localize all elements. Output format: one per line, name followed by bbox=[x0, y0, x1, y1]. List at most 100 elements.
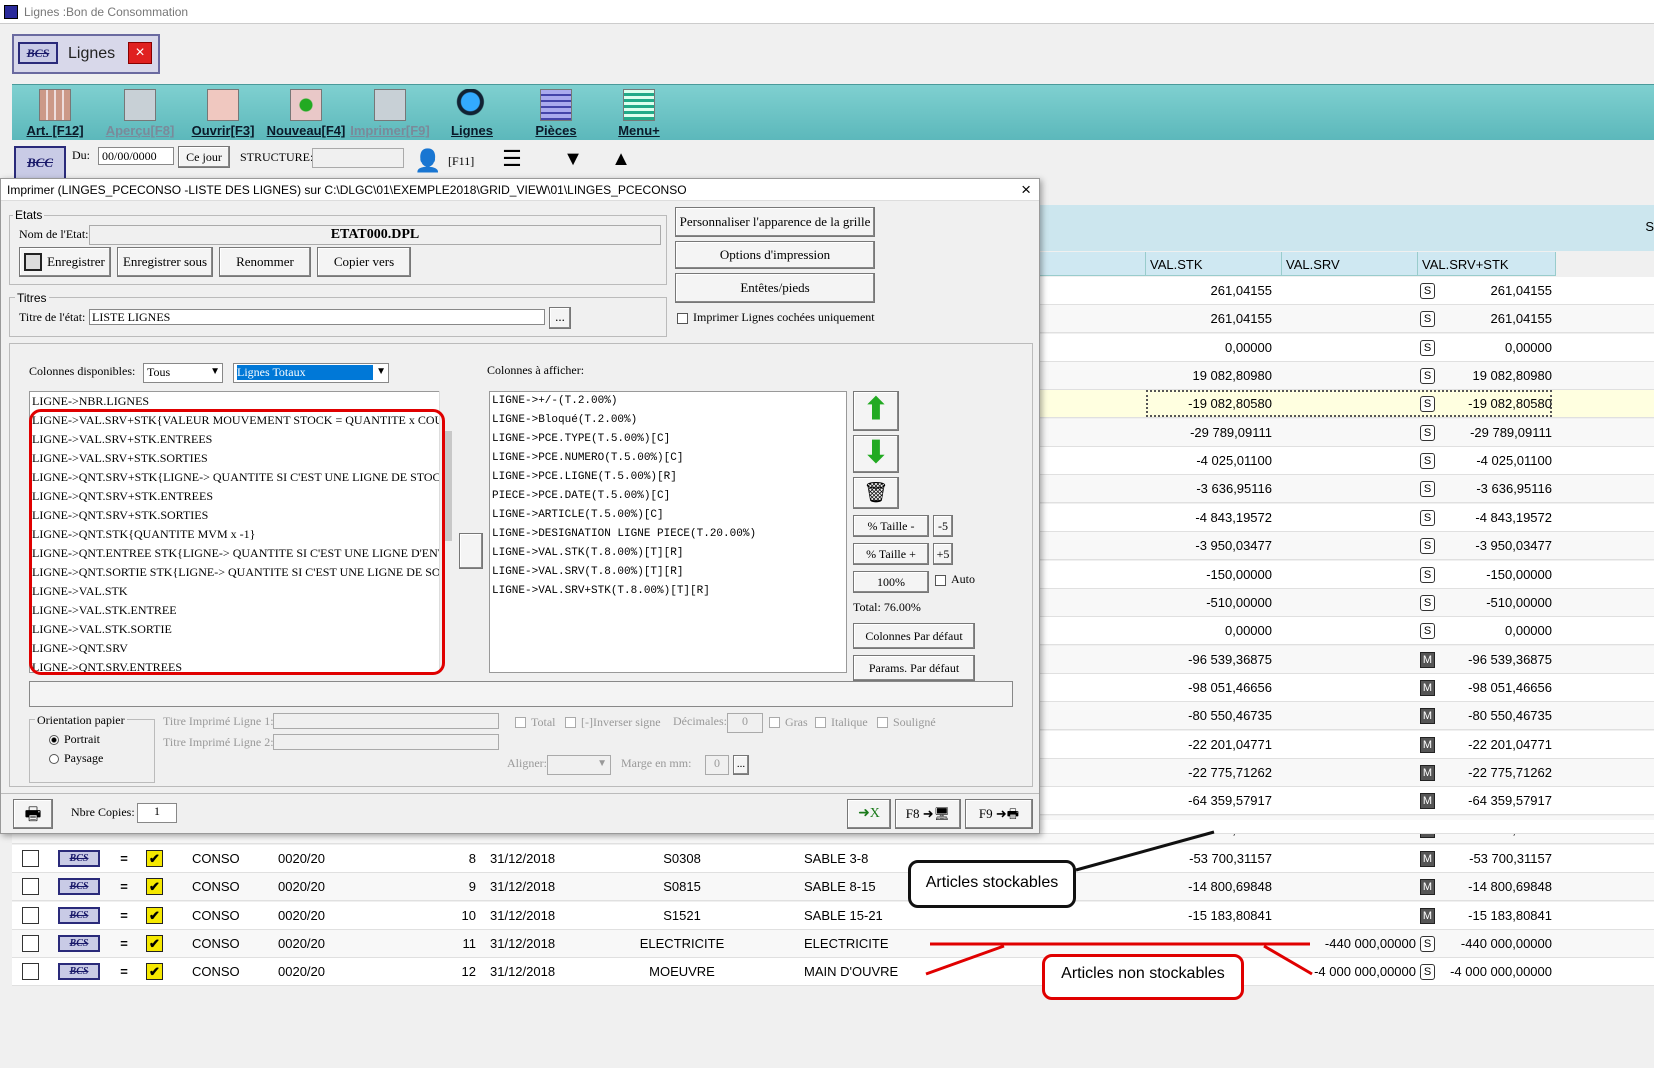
table-row[interactable]: BCS = ✔ CONSO 0020/20 8 31/12/2018 S0308 SABLE 3… bbox=[12, 845, 1654, 873]
taille-plus-step-button[interactable]: +5 bbox=[933, 543, 953, 565]
personnaliser-grille-button[interactable]: Personnaliser l'apparence de la grille bbox=[675, 207, 875, 237]
aligner-select[interactable]: ▼ bbox=[547, 755, 611, 775]
table-row[interactable]: BCS = ✔ CONSO 0020/20 9 31/12/2018 S0815 SABLE 8… bbox=[12, 873, 1654, 902]
cell-val-stk: -22 201,04771 bbox=[1188, 736, 1272, 752]
souligne-checkbox[interactable] bbox=[877, 717, 888, 728]
shown-column-item[interactable]: LIGNE->PCE.LIGNE(T.5.00%)[R] bbox=[490, 468, 846, 487]
imprimer-cochees-checkbox[interactable] bbox=[677, 313, 688, 324]
du-date-input[interactable]: 00/00/0000 bbox=[98, 147, 174, 165]
taille-minus-step-button[interactable]: -5 bbox=[933, 515, 953, 537]
auto-checkbox[interactable] bbox=[935, 575, 946, 586]
titre-ligne1-input[interactable] bbox=[273, 713, 499, 729]
table-row[interactable]: BCS = ✔ CONSO 0020/20 11 31/12/2018 ELECTRICITE… bbox=[12, 930, 1654, 959]
toolbar-menu-button[interactable]: Menu+ bbox=[606, 85, 672, 141]
titre-etat-input[interactable]: LISTE LIGNES bbox=[89, 309, 545, 325]
shown-column-item[interactable]: LIGNE->Bloqué(T.2.00%) bbox=[490, 411, 846, 430]
column-header-hidden[interactable] bbox=[1040, 252, 1146, 276]
colonnes-filter-select[interactable]: Tous ▼ bbox=[143, 363, 223, 383]
dialog-close-icon[interactable]: × bbox=[1021, 180, 1031, 200]
toolbar-apercu-button[interactable]: Aperçu[F8] bbox=[102, 85, 178, 141]
taille-100-button[interactable]: 100% bbox=[853, 571, 929, 593]
row-validated-checkbox[interactable]: ✔ bbox=[146, 878, 163, 896]
shown-column-item[interactable]: PIECE->PCE.DATE(T.5.00%)[C] bbox=[490, 487, 846, 506]
grid-header-right-label: S bbox=[1645, 219, 1654, 234]
move-up-button[interactable]: ⬆ bbox=[853, 391, 899, 431]
row-validated-checkbox[interactable]: ✔ bbox=[146, 935, 163, 953]
move-down-button[interactable]: ⬇ bbox=[853, 435, 899, 473]
toolbar-lignes-button[interactable]: Lignes bbox=[442, 85, 502, 141]
toolbar-imprimer-button[interactable]: Imprimer[F9] bbox=[350, 85, 430, 141]
toolbar-pieces-button[interactable]: Pièces bbox=[524, 85, 588, 141]
shown-column-item[interactable]: LIGNE->VAL.STK(T.8.00%)[T][R] bbox=[490, 544, 846, 563]
shown-column-item[interactable]: LIGNE->+/-(T.2.00%) bbox=[490, 392, 846, 411]
shown-columns-list[interactable]: LIGNE->+/-(T.2.00%) LIGNE->Bloqué(T.2.00%… bbox=[489, 391, 847, 673]
entetes-pieds-button[interactable]: Entêtes/pieds bbox=[675, 273, 875, 303]
params-par-defaut-button[interactable]: Params. Par défaut bbox=[853, 655, 975, 681]
cell-val-srv-stk: -29 789,09111 bbox=[1470, 424, 1552, 440]
table-row[interactable]: BCS = ✔ CONSO 0020/20 10 31/12/2018 S1521 SABLE … bbox=[12, 901, 1654, 930]
italique-checkbox[interactable] bbox=[815, 717, 826, 728]
shown-column-item[interactable]: LIGNE->VAL.SRV(T.8.00%)[T][R] bbox=[490, 563, 846, 582]
enregistrer-sous-button[interactable]: Enregistrer sous bbox=[117, 247, 213, 277]
cell-val-stk: -15 183,80841 bbox=[1188, 907, 1272, 923]
copier-vers-button[interactable]: Copier vers bbox=[317, 247, 411, 277]
move-to-display-button[interactable] bbox=[459, 533, 483, 569]
total-checkbox[interactable] bbox=[515, 717, 526, 728]
printer-setup-button[interactable]: 🖶 bbox=[13, 799, 53, 829]
row-validated-checkbox[interactable]: ✔ bbox=[146, 963, 163, 981]
shown-column-item[interactable]: LIGNE->ARTICLE(T.5.00%)[C] bbox=[490, 506, 846, 525]
delete-column-button[interactable]: 🗑 bbox=[853, 477, 899, 509]
export-excel-button[interactable]: ➜X bbox=[847, 799, 891, 829]
table-row[interactable]: BCS = ✔ CONSO 0020/20 12 31/12/2018 MOEUVRE MAIN… bbox=[12, 958, 1654, 987]
shown-column-item[interactable]: LIGNE->PCE.NUMERO(T.5.00%)[C] bbox=[490, 449, 846, 468]
paysage-radio[interactable] bbox=[49, 754, 59, 764]
titre-ligne2-input[interactable] bbox=[273, 734, 499, 750]
cell-pce-date: 31/12/2018 bbox=[490, 936, 556, 952]
cell-designation: ELECTRICITE bbox=[804, 936, 889, 952]
column-header-val-stk[interactable]: VAL.STK bbox=[1146, 252, 1282, 276]
lignes-tab[interactable]: BCS Lignes × bbox=[12, 34, 160, 74]
nbre-copies-spinner[interactable]: 1 bbox=[137, 803, 177, 823]
toolbar-articles-button[interactable]: Art. [F12] bbox=[20, 85, 90, 141]
toolbar-nouveau-button[interactable]: Nouveau[F4] bbox=[266, 85, 346, 141]
shown-column-item[interactable]: LIGNE->VAL.SRV+STK(T.8.00%)[T][R] bbox=[490, 582, 846, 601]
hamburger-icon[interactable]: ☰ bbox=[498, 148, 526, 174]
shown-column-item[interactable]: LIGNE->PCE.TYPE(T.5.00%)[C] bbox=[490, 430, 846, 449]
titre-browse-button[interactable]: ... bbox=[549, 307, 571, 329]
structure-input[interactable] bbox=[312, 148, 404, 168]
portrait-radio[interactable] bbox=[49, 735, 59, 745]
marge-browse-button[interactable]: ... bbox=[733, 755, 749, 775]
filter-up-icon[interactable]: ▲ bbox=[606, 148, 636, 176]
tab-close-button[interactable]: × bbox=[128, 42, 152, 64]
renommer-button[interactable]: Renommer bbox=[219, 247, 311, 277]
ce-jour-button[interactable]: Ce jour bbox=[178, 146, 230, 168]
taille-plus-button[interactable]: % Taille + bbox=[853, 543, 929, 565]
row-select-checkbox[interactable] bbox=[22, 963, 39, 981]
row-select-checkbox[interactable] bbox=[22, 850, 39, 867]
toolbar-ouvrir-button[interactable]: Ouvrir[F3] bbox=[190, 85, 256, 141]
dialog-titlebar: Imprimer (LINGES_PCECONSO -LISTE DES LIG… bbox=[1, 179, 1039, 201]
enregistrer-button[interactable]: Enregistrer bbox=[19, 247, 111, 277]
f8-apercu-button[interactable]: F8 ➜🖥 bbox=[895, 799, 961, 829]
column-header-val-srv[interactable]: VAL.SRV bbox=[1282, 252, 1418, 276]
inverser-checkbox[interactable] bbox=[565, 717, 576, 728]
row-select-checkbox[interactable] bbox=[22, 935, 39, 953]
row-select-checkbox[interactable] bbox=[22, 878, 39, 896]
decimales-spinner[interactable]: 0 bbox=[727, 713, 763, 733]
column-header-val-srv-stk[interactable]: VAL.SRV+STK bbox=[1418, 252, 1556, 276]
row-validated-checkbox[interactable]: ✔ bbox=[146, 906, 163, 924]
taille-minus-button[interactable]: % Taille - bbox=[853, 515, 929, 537]
f11-label[interactable]: [F11] bbox=[448, 154, 474, 169]
colonnes-par-defaut-button[interactable]: Colonnes Par défaut bbox=[853, 623, 975, 649]
row-select-checkbox[interactable] bbox=[22, 906, 39, 924]
user-icon[interactable]: 👤 bbox=[414, 148, 441, 176]
f9-imprimer-button[interactable]: F9 ➜🖶 bbox=[965, 799, 1033, 829]
etat-name-input[interactable]: ETAT000.DPL bbox=[89, 225, 661, 245]
lignes-totaux-select[interactable]: Lignes Totaux ▼ bbox=[233, 363, 389, 383]
row-validated-checkbox[interactable]: ✔ bbox=[146, 850, 163, 867]
shown-column-item[interactable]: LIGNE->DESIGNATION LIGNE PIECE(T.20.00%) bbox=[490, 525, 846, 544]
marge-spinner[interactable]: 0 bbox=[705, 755, 729, 775]
options-impression-button[interactable]: Options d'impression bbox=[675, 241, 875, 269]
filter-down-icon[interactable]: ▼ bbox=[558, 148, 588, 176]
gras-checkbox[interactable] bbox=[769, 717, 780, 728]
